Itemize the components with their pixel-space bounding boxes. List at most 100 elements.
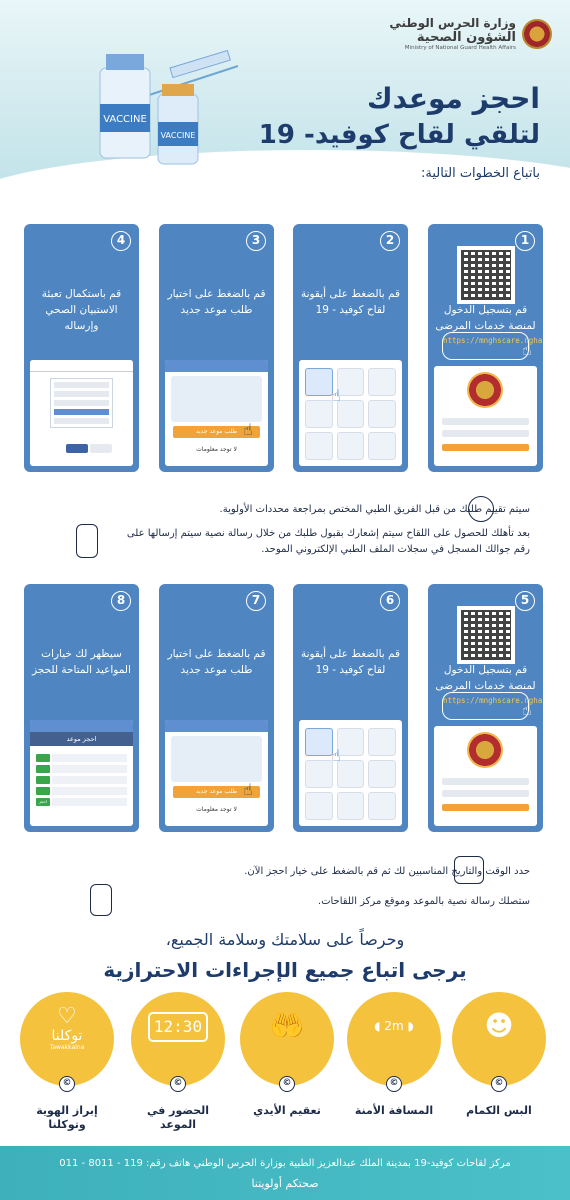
check-badge-icon: © [386, 1076, 402, 1092]
step-card-6: 6 قم بالضغط على أيقونة لقاح كوفيد - 19 ☝ [293, 584, 408, 832]
step-card-4: 4 قم باستكمال تعبئة الاستبيان الصحي وإرس… [24, 224, 139, 472]
vaccine-vials-illustration: VACCINE VACCINE [99, 49, 239, 165]
patient-portal-link[interactable]: https://mnghscare.ngha.med.sa/ [442, 692, 543, 720]
header-banner: VACCINE VACCINE وزارة الحرس الوطني الشؤو… [0, 0, 570, 200]
step-text: قم بالضغط على أيقونة لقاح كوفيد - 19 [300, 648, 401, 676]
qr-code-icon [457, 246, 515, 304]
book-now-button: احجز الآن [36, 798, 50, 812]
step-card-2: 2 قم بالضغط على أيقونة لقاح كوفيد - 19 ☝ [293, 224, 408, 472]
step-text: قم بالضغط على اختيار طلب موعد جديد [167, 288, 266, 316]
step-number: 2 [380, 231, 400, 251]
phone-login-screen [434, 366, 537, 466]
check-badge-icon: © [491, 1076, 507, 1092]
phone-message-icon [90, 884, 112, 916]
footer-contact: مركز لقاحات كوفيد-19 بمدينة الملك عبدالع… [59, 1158, 511, 1169]
distance-icon: ◖ 2m ◗ [374, 1019, 414, 1033]
tap-hand-icon: ☝ [331, 386, 341, 405]
book-appointment-header: احجز موعد [30, 732, 133, 746]
step-number: 1 [515, 231, 535, 251]
page-title: احجز موعدك [367, 82, 540, 115]
phone-booking-screen: احجز موعد احجز الآن [30, 720, 133, 826]
steps-intro: باتباع الخطوات التالية: [421, 166, 540, 181]
tawakkalna-heart-icon: ♡ توكلنا Tawakkalna [37, 1006, 97, 1054]
precaution-tawakkalna: ♡ توكلنا Tawakkalna © [20, 992, 114, 1092]
info-review-text: سيتم تقييم طلبك من قبل الفريق الطبي المخ… [219, 504, 530, 515]
ministry-name-ar: وزارة الحرس الوطني [389, 16, 516, 30]
distance-text: 2m [384, 1019, 404, 1033]
precaution-label: الحضور في الموعد [146, 1104, 210, 1131]
precaution-mask: ☻ © [452, 992, 546, 1092]
step-card-8: 8 سيظهر لك خيارات المواعيد المتاحة للحجز… [24, 584, 139, 832]
phone-appointment-screen: طلب موعد جديد لا توجد معلومات ☝ [165, 360, 268, 466]
step-text: سيظهر لك خيارات المواعيد المتاحة للحجز [32, 648, 131, 676]
login-button [442, 804, 529, 811]
phone-header-bar [165, 720, 268, 732]
covid-vaccine-tile [305, 368, 333, 396]
step-text: قم بالضغط على اختيار طلب موعد جديد [167, 648, 266, 676]
calendar-icon [454, 856, 484, 884]
closing-line-2: يرجى اتباع جميع الإجراءات الاحترازية [103, 958, 467, 982]
login-button [442, 444, 529, 451]
phone-login-screen [434, 726, 537, 826]
step-number: 3 [246, 231, 266, 251]
username-field [442, 418, 529, 425]
password-field [442, 790, 529, 797]
step-number: 6 [380, 591, 400, 611]
footer-bar [0, 1146, 570, 1200]
check-badge-icon: © [170, 1076, 186, 1092]
review-search-icon [468, 496, 494, 522]
phone-message-icon [76, 524, 98, 558]
step-text: قم بتسجيل الدخول لمنصة خدمات المرضى [435, 304, 536, 332]
step-number: 5 [515, 591, 535, 611]
phone-services-screen: ☝ [299, 720, 402, 826]
phone-services-screen: ☝ [299, 360, 402, 466]
footer-slogan: صحتكم أولويتنا [251, 1177, 319, 1190]
tap-hand-icon: ☝ [243, 420, 253, 439]
patient-portal-link[interactable]: https://mnghscare.ngha.med.sa/ [442, 332, 543, 360]
precaution-distance: ◖ 2m ◗ © [347, 992, 441, 1092]
precaution-label: المسافة الأمنة [354, 1104, 434, 1117]
ministry-name-en: Ministry of National Guard Health Affair… [404, 45, 516, 51]
tawakkalna-sub: Tawakkalna [49, 1044, 85, 1051]
step-card-7: 7 قم بالضغط على اختيار طلب موعد جديد طلب… [159, 584, 274, 832]
step-number: 8 [111, 591, 131, 611]
info-sms-text: بعد تأهلك للحصول على اللقاح سيتم إشعارك … [126, 528, 530, 555]
phone-questionnaire-screen [30, 360, 133, 466]
precaution-sanitize: 🤲 © [240, 992, 334, 1092]
precaution-label: تعقيم الأيدي [253, 1104, 321, 1117]
ministry-logo: وزارة الحرس الوطني الشؤون الصحية Ministr… [389, 16, 552, 51]
password-field [442, 430, 529, 437]
phone-header-bar [165, 360, 268, 372]
precaution-label: إبراز الهوية وتوكلنا [36, 1104, 98, 1131]
mask-icon: ☻ [484, 1009, 514, 1042]
vaccine-vial-label-1: VACCINE [103, 114, 147, 125]
phone-appointment-screen: طلب موعد جديد لا توجد معلومات ☝ [165, 720, 268, 826]
check-badge-icon: © [279, 1076, 295, 1092]
step-number: 7 [246, 591, 266, 611]
clock-icon: 12:30 [148, 1012, 208, 1042]
step-text: قم بالضغط على أيقونة لقاح كوفيد - 19 [300, 288, 401, 316]
step-card-5: 5 قم بتسجيل الدخول لمنصة خدمات المرضى ht… [428, 584, 543, 832]
ministry-emblem-icon [467, 372, 503, 408]
vaccine-vial-label-2: VACCINE [161, 131, 196, 140]
ministry-emblem-icon [467, 732, 503, 768]
precaution-on-time: 12:30 © [131, 992, 225, 1092]
qr-code-icon [457, 606, 515, 664]
info-sms-location-text: ستصلك رسالة نصية بالموعد وموقع مركز اللق… [317, 896, 530, 907]
tap-hand-icon: ☝ [331, 746, 341, 765]
covid-vaccine-tile [305, 728, 333, 756]
no-info-text: لا توجد معلومات [196, 446, 237, 453]
username-field [442, 778, 529, 785]
tap-hand-icon: ☝ [243, 780, 253, 799]
tap-hand-icon: ☝ [522, 700, 532, 719]
hand-sanitize-icon: 🤲 [269, 1009, 305, 1042]
health-affairs-ar: الشؤون الصحية [416, 30, 516, 45]
tawakkalna-text: توكلنا [51, 1028, 83, 1044]
no-info-text: لا توجد معلومات [196, 806, 237, 813]
check-badge-icon: © [59, 1076, 75, 1092]
page-subtitle: لتلقي لقاح كوفيد- 19 [258, 120, 540, 150]
step-card-1: 1 قم بتسجيل الدخول لمنصة خدمات المرضى ht… [428, 224, 543, 472]
step-text: قم باستكمال تعبئة الاستبيان الصحي وإرسال… [41, 288, 122, 332]
step-card-3: 3 قم بالضغط على اختيار طلب موعد جديد طلب… [159, 224, 274, 472]
tap-hand-icon: ☝ [522, 340, 532, 359]
